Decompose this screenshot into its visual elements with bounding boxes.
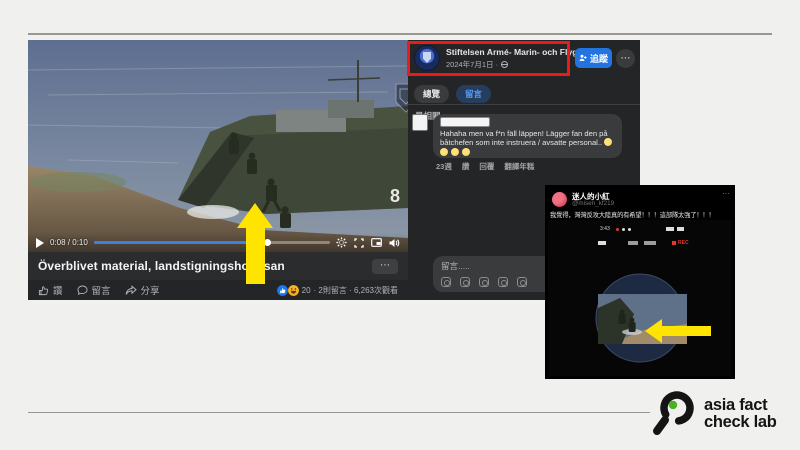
play-button[interactable] xyxy=(36,238,44,248)
commenter-avatar-blurred xyxy=(412,114,428,131)
comment-translate-button[interactable]: 翻譯年糕 xyxy=(504,161,534,172)
comment-reply-button[interactable]: 回覆 xyxy=(479,161,494,172)
comment-text: Hahaha men va f*n fäll läppen! Lägger fa… xyxy=(440,129,615,157)
repost-handle: @misen_kf219 xyxy=(572,200,614,207)
share-button[interactable]: 分享 xyxy=(125,283,160,297)
hud-mode-icon xyxy=(598,241,606,245)
haha-reaction-icon xyxy=(288,285,299,296)
picture-in-picture-icon[interactable] xyxy=(371,238,382,247)
laughing-emoji-icon xyxy=(604,138,612,146)
post-actions: 讚 留言 分享 20 · 2則留言 · 6,263次觀看 xyxy=(28,280,408,300)
annotation-arrow-up xyxy=(246,228,265,284)
repost-avatar[interactable] xyxy=(552,192,567,207)
brand-name: asia fact check lab xyxy=(704,397,777,431)
hud-timestamp: 3:43 xyxy=(600,226,610,232)
share-arrow-icon xyxy=(125,285,137,296)
battery-icon xyxy=(677,227,684,231)
tabs-divider xyxy=(408,104,640,105)
hud-row-bottom: REC xyxy=(548,240,732,247)
brand-logo: asia fact check lab xyxy=(649,388,777,440)
tab-overview[interactable]: 總覽 xyxy=(414,85,449,103)
follow-button[interactable]: 追蹤 xyxy=(575,48,612,68)
reaction-count: 20 xyxy=(302,286,311,295)
post-more-button[interactable]: ⋯ xyxy=(616,49,635,68)
red-highlight-box xyxy=(407,41,570,76)
magnifier-logo-icon xyxy=(649,388,699,440)
avatar-sticker-icon[interactable] xyxy=(441,277,451,287)
follow-plus-icon xyxy=(579,54,587,62)
hud-row-top: 3:43 xyxy=(548,226,732,233)
sticker-icon[interactable] xyxy=(517,277,527,287)
repost-more-button[interactable]: ⋯ xyxy=(722,189,730,198)
video-controls: 0:08 / 0:10 xyxy=(28,233,408,252)
comment-bubble: Hahaha men va f*n fäll läppen! Lägger fa… xyxy=(433,114,622,158)
video-more-button[interactable]: ⋯ xyxy=(372,259,398,274)
top-divider xyxy=(28,33,772,35)
comment-like-button[interactable]: 讚 xyxy=(462,161,470,172)
like-button[interactable]: 讚 xyxy=(38,283,63,297)
comment-button[interactable]: 留言 xyxy=(77,283,111,297)
video-title-bar: Överblivet material, landstigningshoppsa… xyxy=(28,252,408,280)
camera-icon[interactable] xyxy=(479,277,489,287)
hud-red-dot xyxy=(616,228,619,231)
settings-gear-icon[interactable] xyxy=(336,237,347,248)
comment-age: 23週 xyxy=(436,161,452,172)
hud-value xyxy=(628,241,638,245)
comment-bubble-icon xyxy=(77,285,88,296)
emoji-icon[interactable] xyxy=(460,277,470,287)
bottom-divider xyxy=(28,412,650,413)
volume-icon[interactable] xyxy=(389,238,400,248)
thumbs-up-icon xyxy=(38,285,49,296)
gif-icon[interactable] xyxy=(498,277,508,287)
video-time: 0:08 / 0:10 xyxy=(50,238,88,247)
repost-text: 我覺得，灣灣反攻大陸真的有希望！！！這部隊太強了！！！ xyxy=(550,210,732,219)
video-progress-bar[interactable] xyxy=(94,241,330,244)
fullscreen-icon[interactable] xyxy=(354,238,364,248)
fact-check-composite: 8 0:08 / 0:10 xyxy=(0,0,800,450)
neutral-emoji-icon xyxy=(451,148,459,156)
laughing-emoji-icon xyxy=(462,148,470,156)
signal-icon xyxy=(666,227,674,231)
video-frame: 8 xyxy=(28,40,408,252)
hull-number: 8 xyxy=(390,186,400,206)
rec-label: REC xyxy=(678,240,689,246)
hud-white-dot xyxy=(622,228,625,231)
hud-value xyxy=(644,241,656,245)
laughing-emoji-icon xyxy=(440,148,448,156)
commenter-name-blurred xyxy=(440,117,490,127)
scope-photo xyxy=(598,294,687,344)
like-reaction-icon xyxy=(277,285,288,296)
repost-screenshot: 迷人的小紅 @misen_kf219 ⋯ 我覺得，灣灣反攻大陸真的有希望！！！這… xyxy=(545,185,735,379)
video-player[interactable]: 8 0:08 / 0:10 xyxy=(28,40,408,300)
post-stats: 20 · 2則留言 · 6,263次觀看 xyxy=(277,285,398,296)
panel-tabs: 總覽 留言 xyxy=(414,85,491,103)
rec-dot-icon xyxy=(672,241,676,245)
hud-white-dot xyxy=(628,228,631,231)
comment-view-counts: · 2則留言 · 6,263次觀看 xyxy=(314,285,398,296)
comment-meta: 23週 讚 回覆 翻譯年糕 xyxy=(436,161,534,172)
repost-video[interactable]: 3:43 REC xyxy=(548,220,732,376)
tab-comments[interactable]: 留言 xyxy=(456,85,491,103)
